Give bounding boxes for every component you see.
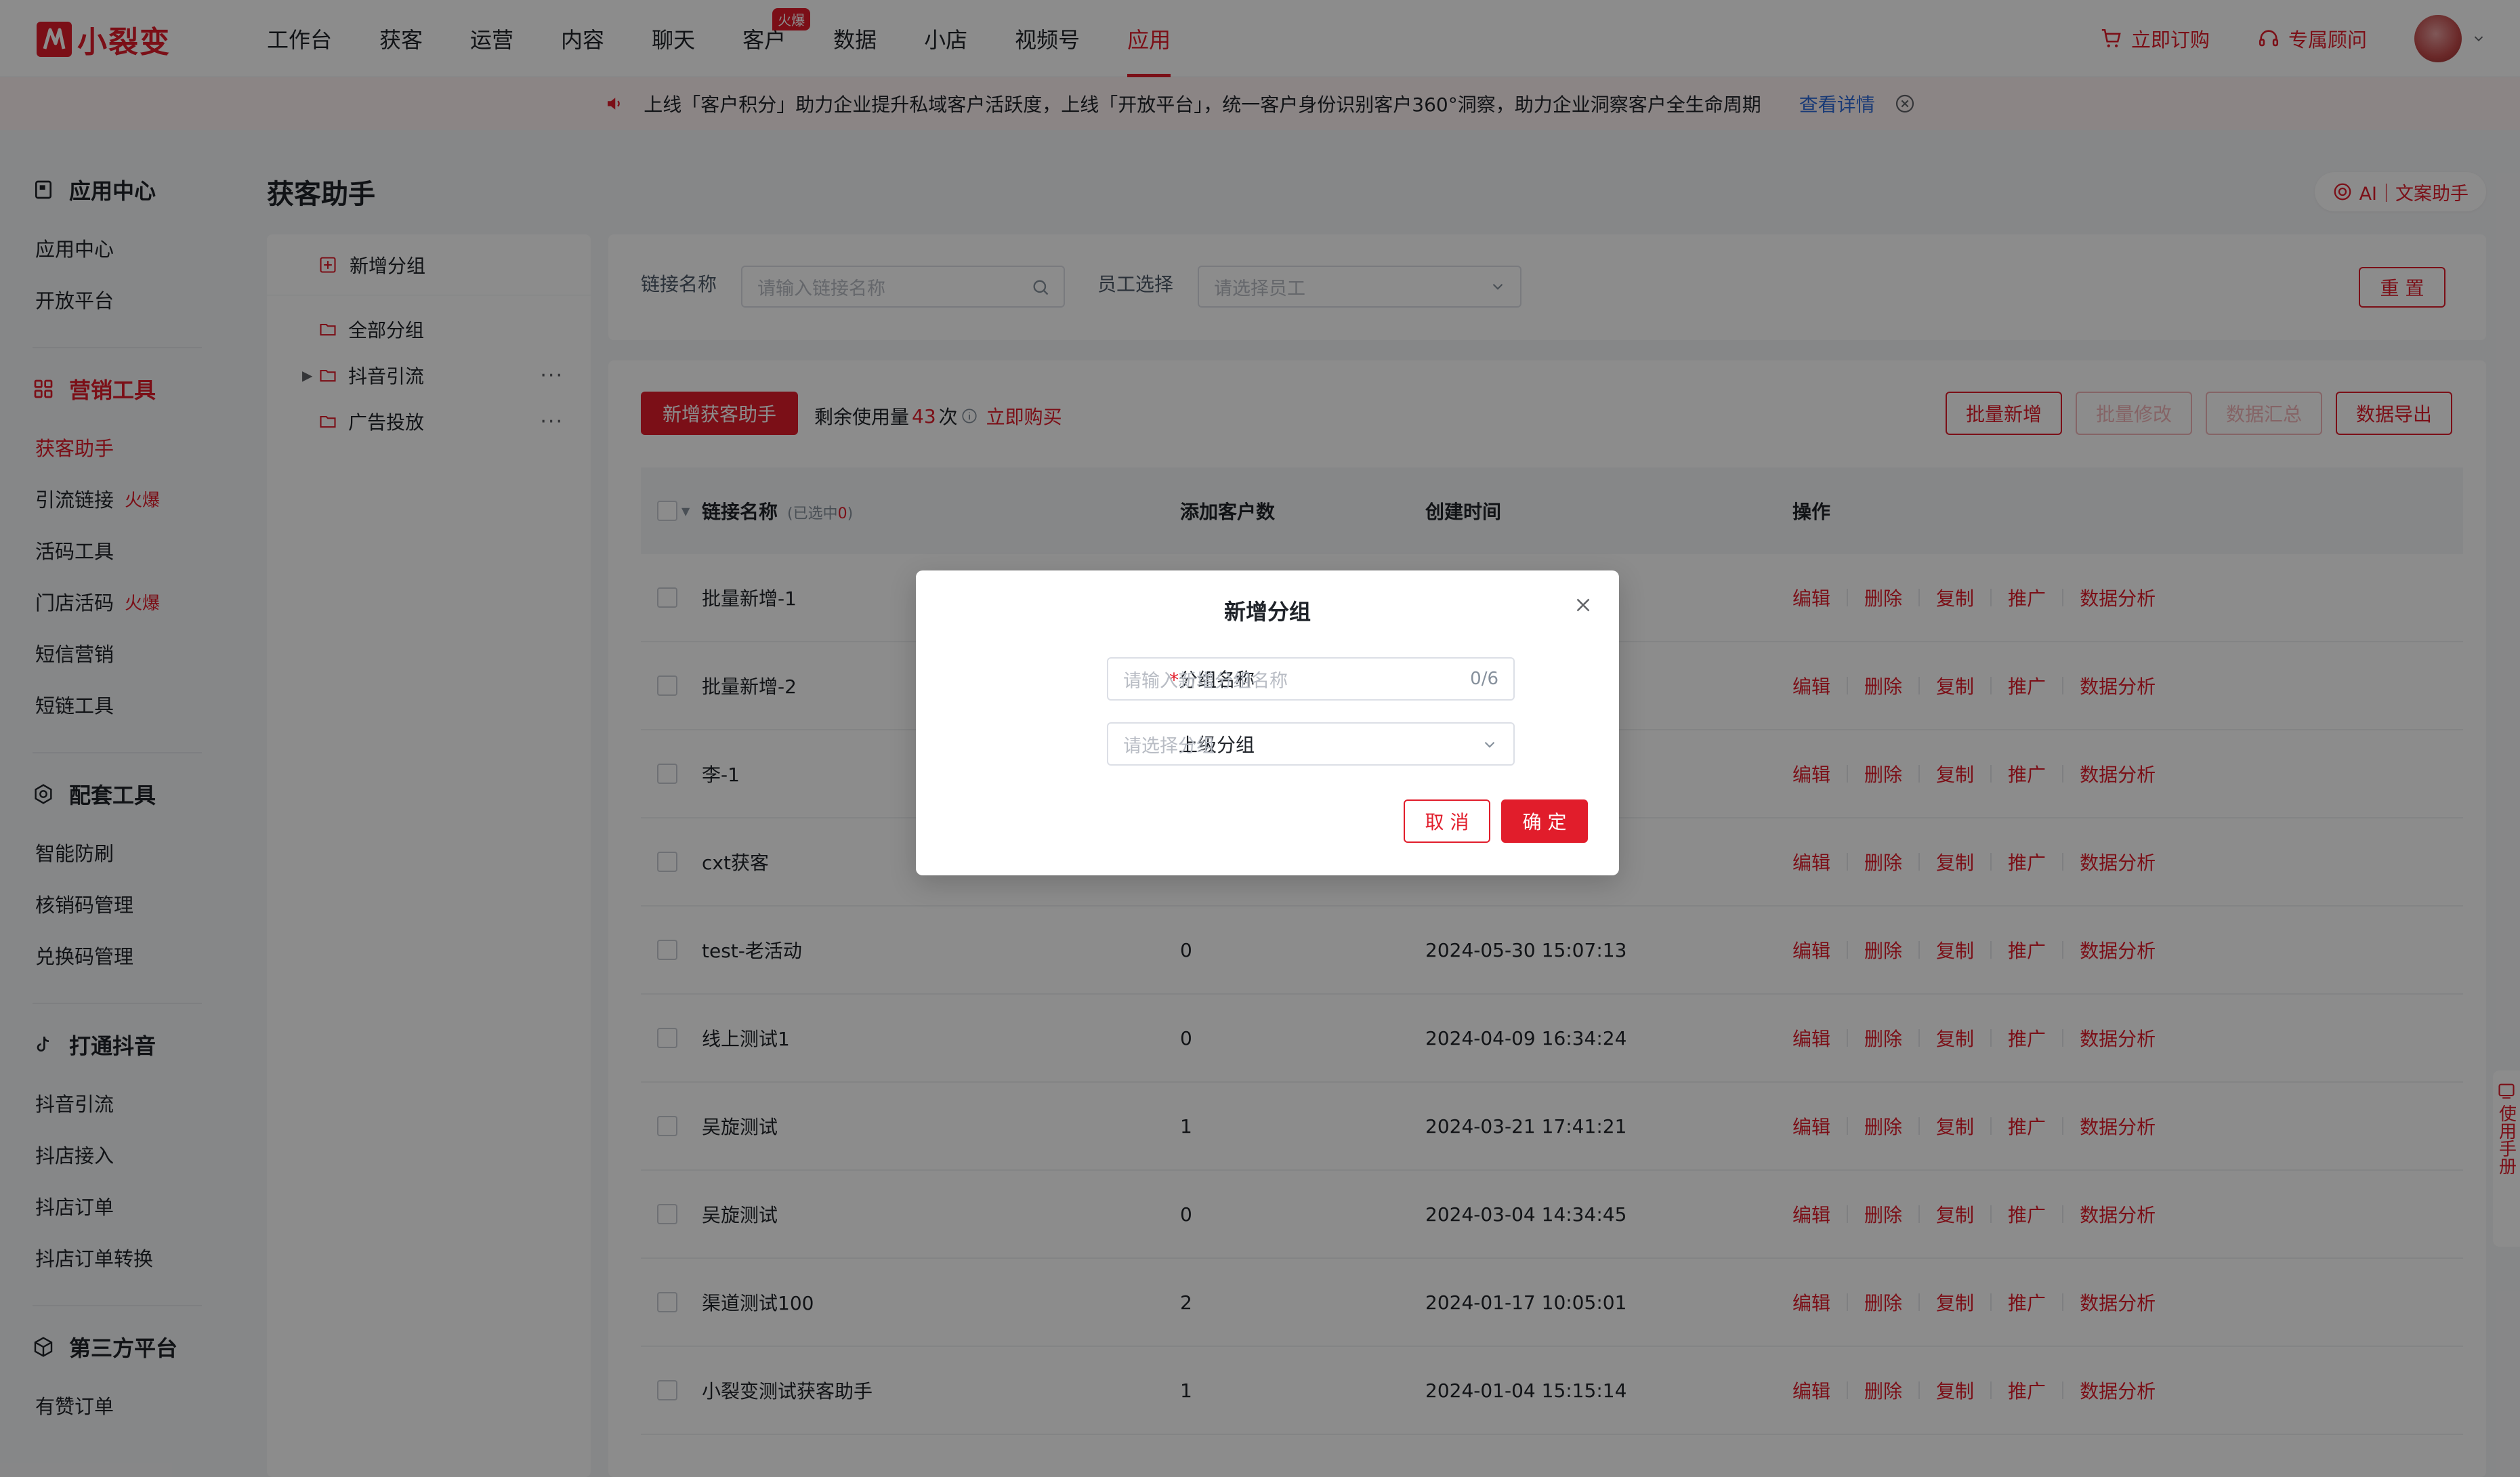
cancel-button[interactable]: 取 消 bbox=[1404, 799, 1490, 843]
modal-title: 新增分组 bbox=[1223, 599, 1311, 625]
confirm-button[interactable]: 确 定 bbox=[1501, 799, 1588, 843]
add-group-modal: 新增分组 *分组名称 请输入新增分组名称 0/6 上级分组 请选择分组 取 消 … bbox=[916, 570, 1619, 875]
chevron-down-icon bbox=[1484, 741, 1495, 748]
group-name-input[interactable]: 请输入新增分组名称 0/6 bbox=[1107, 657, 1515, 701]
parent-group-select[interactable]: 请选择分组 bbox=[1107, 722, 1515, 766]
char-counter: 0/6 bbox=[1470, 669, 1498, 689]
close-icon[interactable] bbox=[1572, 594, 1595, 617]
